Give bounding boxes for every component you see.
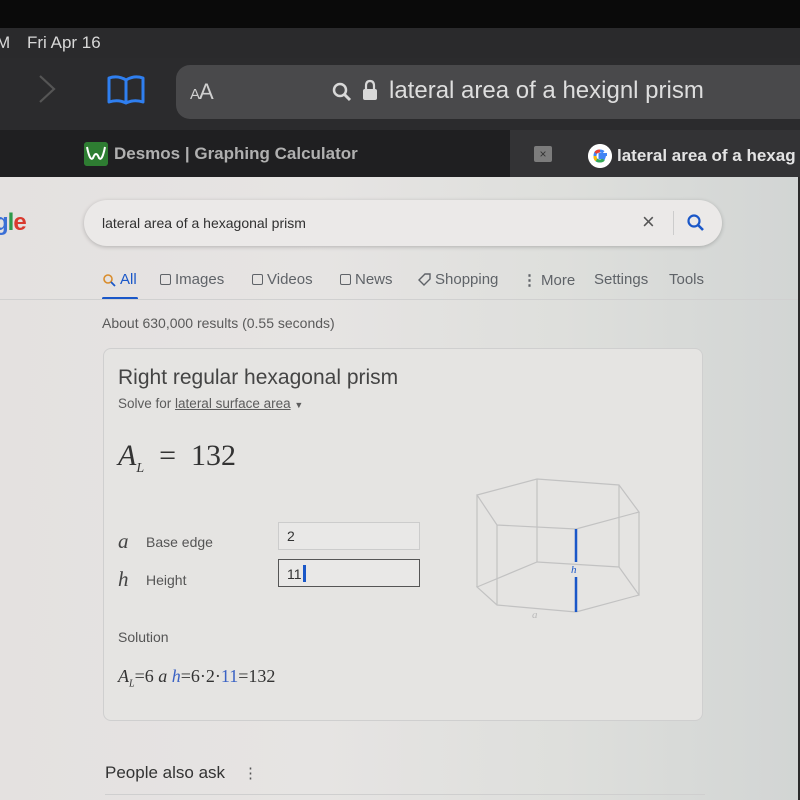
tab-google-search[interactable]: lateral area of a hexag — [588, 144, 796, 168]
news-icon — [340, 274, 351, 285]
device-bezel — [0, 0, 800, 28]
tab-close-button[interactable]: × — [534, 146, 552, 162]
result-stats: About 630,000 results (0.55 seconds) — [102, 315, 335, 331]
edge-label: a — [532, 609, 538, 621]
tag-icon — [418, 273, 431, 286]
variable-label: Height — [146, 571, 187, 588]
browser-toolbar: AA lateral area of a hexignl prism — [0, 58, 800, 130]
result-display: AL = 132 — [118, 439, 236, 477]
variable-symbol: a — [118, 529, 129, 553]
result-subscript: L — [136, 461, 145, 476]
video-icon — [252, 274, 263, 285]
tools-label: Tools — [669, 271, 705, 288]
hexagonal-prism-diagram: h a — [475, 478, 641, 621]
status-time: M — [0, 33, 11, 52]
height-label: h — [571, 564, 577, 576]
tab-label: Shopping — [435, 271, 499, 288]
tab-videos[interactable]: Videos — [252, 271, 313, 288]
tab-label: All — [120, 271, 137, 288]
nav-divider — [0, 299, 800, 300]
calculator-card: Right regular hexagonal prism Solve for … — [103, 348, 703, 721]
tab-bar: Desmos | Graphing Calculator × lateral a… — [0, 130, 800, 177]
lock-icon — [363, 79, 377, 100]
formula-part: =132 — [238, 666, 276, 686]
result-equals: = — [159, 439, 177, 472]
formula-lhs: A — [118, 666, 129, 686]
status-date: Fri Apr 16 — [27, 33, 101, 52]
tab-news[interactable]: News — [340, 271, 393, 288]
url-text[interactable]: lateral area of a hexignl prism — [389, 77, 704, 105]
formula-h-value: 11 — [220, 666, 239, 686]
dropdown-caret-icon[interactable]: ▼ — [294, 400, 303, 410]
text-cursor — [302, 565, 306, 582]
variable-symbol: h — [118, 567, 129, 591]
result-symbol: A — [118, 439, 137, 472]
search-icon — [103, 273, 116, 287]
tab-desmos[interactable]: Desmos | Graphing Calculator — [84, 142, 358, 166]
calculator-title: Right regular hexagonal prism — [118, 366, 399, 389]
more-vert-icon: ⋮ — [522, 272, 537, 289]
variable-row-base-edge: a Base edge 2 — [118, 522, 448, 554]
input-value: 11 — [287, 566, 302, 582]
search-divider — [673, 211, 674, 235]
section-divider — [105, 794, 705, 795]
result-value: 132 — [191, 439, 237, 472]
people-also-ask-header: People also ask ⋮ — [105, 763, 258, 783]
clear-search-button[interactable]: × — [642, 209, 655, 235]
google-logo[interactable]: gle — [0, 209, 27, 237]
variable-label: Base edge — [146, 533, 213, 550]
bookmarks-icon[interactable] — [106, 74, 146, 106]
variable-row-height: h Height 11 — [118, 559, 448, 592]
address-bar[interactable]: AA lateral area of a hexignl prism — [176, 65, 800, 119]
google-icon — [588, 144, 612, 168]
tab-label: Videos — [267, 271, 313, 288]
formula-part: =6·2· — [180, 666, 221, 686]
settings-link[interactable]: Settings — [594, 271, 648, 288]
desmos-icon — [84, 142, 108, 166]
tab-title: lateral area of a hexag — [617, 146, 796, 165]
search-icon — [332, 82, 352, 102]
formula-var-h: h — [171, 666, 181, 686]
tab-label: Images — [175, 271, 225, 288]
base-edge-input[interactable]: 2 — [278, 522, 420, 550]
tab-more[interactable]: ⋮ More — [522, 271, 576, 290]
tab-label: News — [355, 271, 393, 288]
input-value: 2 — [287, 528, 295, 544]
search-nav: All Images Videos News Shopping ⋮ More S… — [102, 271, 722, 301]
tools-link[interactable]: Tools — [669, 271, 704, 288]
tab-label: More — [541, 271, 576, 289]
image-icon — [160, 274, 171, 285]
solve-for-prefix: Solve for — [118, 396, 172, 411]
forward-icon[interactable] — [34, 72, 60, 106]
text-size-button[interactable]: AA — [190, 79, 214, 105]
formula-part: =6 — [134, 666, 154, 686]
solution-label: Solution — [118, 629, 169, 645]
tab-title: Desmos | Graphing Calculator — [114, 144, 358, 163]
tab-shopping[interactable]: Shopping — [418, 271, 498, 288]
settings-label: Settings — [594, 271, 649, 288]
solution-formula: AL=6 a h=6·2·11=132 — [118, 666, 275, 690]
formula-var-a: a — [158, 666, 168, 686]
search-query[interactable]: lateral area of a hexagonal prism — [102, 215, 306, 231]
logo-letter: g — [0, 209, 9, 236]
status-bar: M Fri Apr 16 — [0, 28, 800, 58]
search-icon[interactable] — [686, 213, 706, 233]
solve-for-dropdown[interactable]: lateral surface area — [175, 396, 291, 411]
height-input[interactable]: 11 — [278, 559, 420, 587]
more-vert-icon[interactable]: ⋮ — [243, 764, 258, 782]
search-input[interactable]: lateral area of a hexagonal prism × — [84, 200, 722, 246]
tab-all[interactable]: All — [102, 271, 137, 288]
solve-for: Solve for lateral surface area ▼ — [118, 396, 303, 411]
google-results-page: gle lateral area of a hexagonal prism × … — [0, 177, 800, 800]
tab-images[interactable]: Images — [160, 271, 224, 288]
logo-letter: e — [13, 209, 26, 236]
people-also-ask-label: People also ask — [105, 763, 226, 782]
